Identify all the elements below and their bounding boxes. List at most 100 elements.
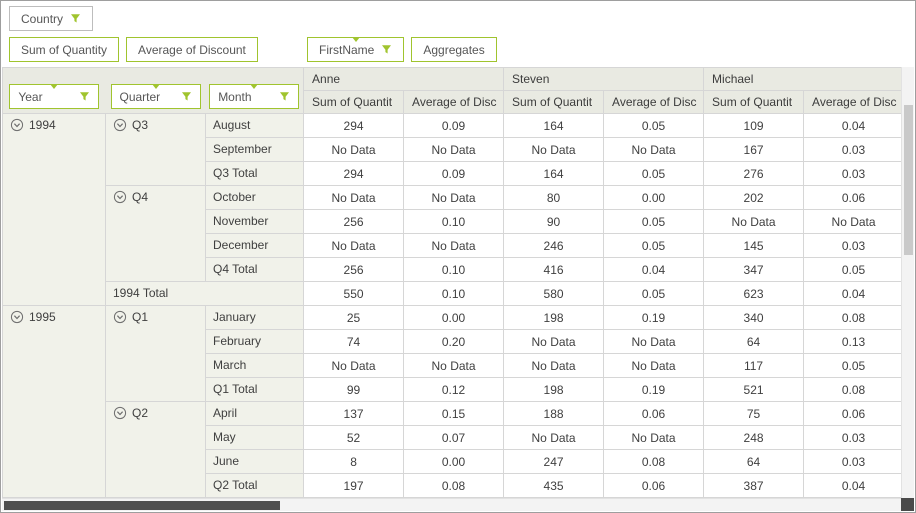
measure-header: Average of Disc	[603, 90, 705, 114]
filter-icon[interactable]	[79, 91, 90, 102]
data-cell: 0.19	[603, 377, 705, 402]
data-cell: 198	[503, 305, 605, 330]
scrollbar-corner	[901, 498, 914, 511]
collapse-icon[interactable]	[113, 310, 127, 324]
data-cell: 0.03	[803, 137, 905, 162]
field-button-average-of-discount[interactable]: Average of Discount	[126, 37, 258, 62]
data-cell: 246	[503, 233, 605, 258]
filter-icon[interactable]	[279, 91, 290, 102]
field-button-quarter[interactable]: Quarter	[110, 84, 201, 109]
data-cell: No Data	[503, 329, 605, 354]
row-header-label: October	[213, 190, 256, 204]
data-cell: No Data	[603, 329, 705, 354]
table-row: Q4 October No Data No Data 80 0.00 202 0.06	[3, 185, 905, 282]
year-total-cell: 1994 Total	[104, 281, 305, 306]
data-cell: 0.08	[603, 449, 705, 474]
field-button-month[interactable]: Month	[209, 84, 300, 109]
column-group-header: Anne	[303, 67, 505, 91]
row-header-label: February	[213, 334, 262, 348]
vertical-scrollbar[interactable]	[901, 67, 914, 499]
data-cell: 0.10	[403, 257, 505, 282]
row-header-label: 1995	[29, 310, 56, 324]
field-label: Aggregates	[423, 42, 485, 57]
row-header-label: Q4 Total	[213, 262, 258, 276]
data-cell: 416	[503, 257, 605, 282]
data-cell: 580	[503, 281, 605, 306]
field-button-country[interactable]: Country	[9, 6, 94, 31]
drop-indicator-icon	[151, 84, 160, 89]
column-group-header: Michael	[703, 67, 905, 91]
field-label: Average of Discount	[138, 42, 246, 57]
collapse-icon[interactable]	[113, 406, 127, 420]
filter-icon[interactable]	[70, 13, 81, 24]
data-cell: 435	[503, 473, 605, 498]
value-field-area: Sum of Quantity Average of Discount	[9, 37, 258, 62]
data-cell: 294	[303, 113, 405, 138]
field-label: Sum of Quantity	[21, 42, 108, 57]
data-cell: 0.10	[403, 209, 505, 234]
row-header-label: March	[213, 358, 247, 372]
data-cell: No Data	[803, 209, 905, 234]
data-cell: 0.04	[803, 281, 905, 306]
filter-icon[interactable]	[181, 91, 192, 102]
data-cell: 202	[703, 185, 805, 210]
month-cell: May	[204, 425, 305, 450]
month-cell: January	[204, 305, 305, 330]
month-cell: March	[204, 353, 305, 378]
measure-header: Sum of Quantit	[303, 90, 405, 114]
column-field-area: FirstName Aggregates	[307, 37, 497, 62]
filter-icon[interactable]	[381, 44, 392, 55]
data-cell: 25	[303, 305, 405, 330]
row-header-label: Q1	[132, 310, 149, 324]
data-cell: 521	[703, 377, 805, 402]
quarter-cell: Q4	[105, 185, 206, 282]
data-cell: 387	[703, 473, 805, 498]
data-cell: 0.03	[803, 425, 905, 450]
row-header-label: 1994	[29, 118, 56, 132]
vertical-scrollbar-thumb[interactable]	[904, 105, 913, 255]
field-button-aggregates[interactable]: Aggregates	[411, 37, 497, 62]
horizontal-scrollbar[interactable]	[2, 498, 902, 511]
field-label: Country	[21, 11, 64, 26]
data-cell: 74	[303, 329, 405, 354]
collapse-icon[interactable]	[113, 118, 127, 132]
row-header-label: Q4	[132, 190, 149, 204]
field-button-firstname[interactable]: FirstName	[307, 37, 405, 62]
data-cell: 0.00	[403, 305, 505, 330]
quarter-total-cell: Q4 Total	[204, 257, 305, 282]
data-cell: 0.03	[803, 449, 905, 474]
data-cell: 0.05	[603, 233, 705, 258]
data-cell: 0.09	[403, 161, 505, 186]
data-cell: No Data	[703, 209, 805, 234]
data-cell: No Data	[403, 353, 505, 378]
collapse-icon[interactable]	[113, 190, 127, 204]
filter-field-area: Country	[9, 6, 94, 31]
row-header-label: January	[213, 310, 256, 324]
field-button-sum-of-quantity[interactable]: Sum of Quantity	[9, 37, 120, 62]
data-cell: 0.06	[603, 473, 705, 498]
data-cell: 52	[303, 425, 405, 450]
data-cell: 145	[703, 233, 805, 258]
data-cell: 117	[703, 353, 805, 378]
row-header-label: June	[213, 454, 240, 468]
data-cell: 0.05	[603, 209, 705, 234]
collapse-icon[interactable]	[10, 118, 24, 132]
row-header-label: August	[213, 118, 251, 132]
year-cell: 1994	[2, 113, 106, 306]
quarter-cell: Q2	[105, 401, 206, 498]
data-cell: 0.00	[603, 185, 705, 210]
field-label: Month	[218, 89, 252, 104]
horizontal-scrollbar-thumb[interactable]	[4, 501, 280, 510]
row-header-label: April	[213, 406, 238, 420]
pivot-table: Year Quarter Month Anne Steven Michael S…	[1, 67, 905, 498]
data-cell: No Data	[503, 353, 605, 378]
field-button-year[interactable]: Year	[9, 84, 100, 109]
row-header-label: Q3 Total	[213, 166, 258, 180]
collapse-icon[interactable]	[10, 310, 24, 324]
row-header-label: December	[213, 238, 269, 252]
data-cell: 347	[703, 257, 805, 282]
data-cell: 0.06	[803, 185, 905, 210]
month-cell: April	[204, 401, 305, 426]
data-cell: 197	[303, 473, 405, 498]
row-field-area: Year Quarter Month	[4, 84, 303, 109]
